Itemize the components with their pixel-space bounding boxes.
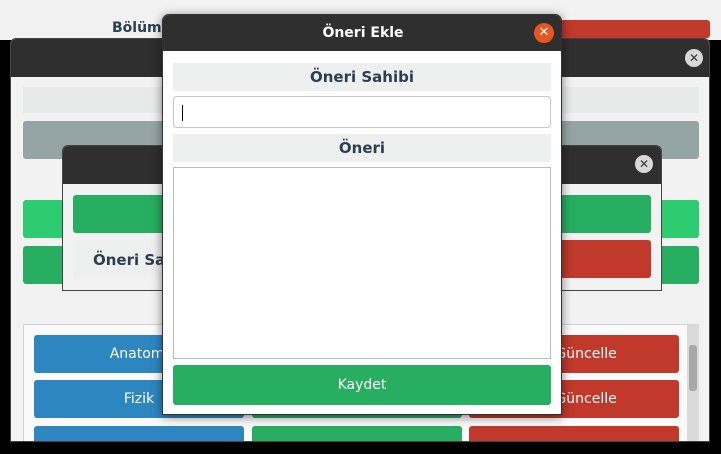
suggestion-dialog: Öneri Ekle ✕ Öneri Sahibi Öneri Kaydet (162, 14, 562, 415)
list-scrollbar[interactable] (687, 325, 699, 441)
owner-section-label: Öneri Sahibi (173, 63, 551, 91)
small-dialog-close-icon[interactable]: ✕ (635, 155, 653, 173)
close-icon[interactable]: ✕ (534, 23, 554, 43)
text-caret (182, 105, 183, 121)
middle-window-close-icon[interactable]: ✕ (685, 49, 703, 67)
red-header-button[interactable] (560, 20, 710, 38)
bolum-label: Bölüm (112, 20, 162, 36)
dialog-title: Öneri Ekle (163, 15, 561, 51)
list-scrollbar-thumb[interactable] (689, 345, 697, 391)
list-button-red-3[interactable] (469, 426, 679, 441)
owner-input[interactable] (173, 96, 551, 128)
list-button-green-3[interactable] (252, 426, 462, 441)
list-button-blue-3[interactable] (34, 426, 244, 441)
save-button[interactable]: Kaydet (173, 365, 551, 405)
suggestion-section-label: Öneri (173, 134, 551, 162)
suggestion-textarea[interactable] (173, 167, 551, 359)
